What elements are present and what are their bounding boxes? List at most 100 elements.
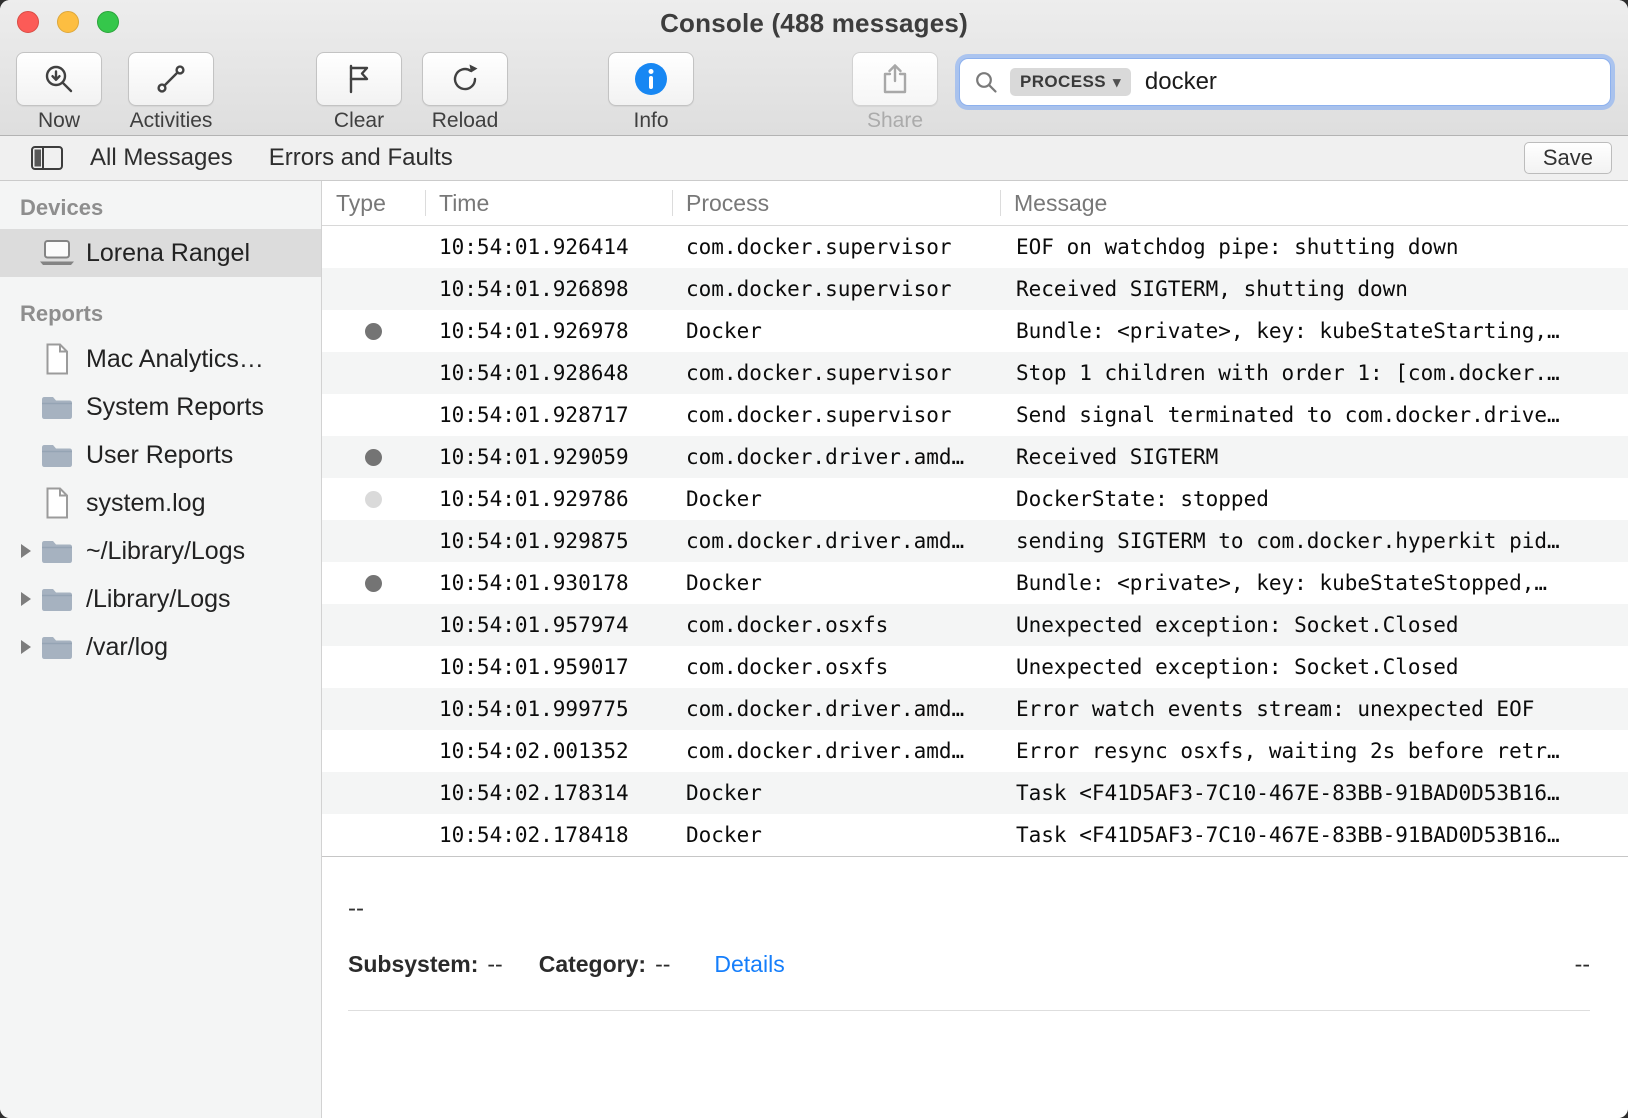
table-row[interactable]: 10:54:01.930178DockerBundle: <private>, … xyxy=(322,562,1628,604)
content-area: DevicesLorena RangelReportsMac Analytics… xyxy=(0,181,1628,1118)
table-row[interactable]: 10:54:01.928717com.docker.supervisorSend… xyxy=(322,394,1628,436)
now-button[interactable]: Now xyxy=(16,52,102,133)
table-row[interactable]: 10:54:02.001352com.docker.driver.amd…Err… xyxy=(322,730,1628,772)
now-button-face[interactable] xyxy=(16,52,102,106)
disclosure-triangle-icon[interactable] xyxy=(14,640,38,654)
sidebar-sections: DevicesLorena RangelReportsMac Analytics… xyxy=(0,187,321,671)
close-button[interactable] xyxy=(17,11,39,33)
time-cell: 10:54:01.928648 xyxy=(425,361,672,385)
sidebar-item-label: /Library/Logs xyxy=(86,585,231,614)
time-cell: 10:54:01.926978 xyxy=(425,319,672,343)
disclosure-triangle-icon xyxy=(14,400,38,414)
disclosure-triangle-icon[interactable] xyxy=(14,592,38,606)
process-filter-token[interactable]: PROCESS ▾ xyxy=(1010,68,1131,96)
type-cell xyxy=(322,323,425,340)
process-cell: Docker xyxy=(672,487,1000,511)
column-header-message[interactable]: Message xyxy=(1000,181,1628,225)
sidebar: DevicesLorena RangelReportsMac Analytics… xyxy=(0,181,322,1118)
message-cell: Stop 1 children with order 1: [com.docke… xyxy=(1000,361,1628,385)
log-rows: 10:54:01.926414com.docker.supervisorEOF … xyxy=(322,226,1628,856)
share-icon xyxy=(878,62,912,96)
reload-button-face[interactable] xyxy=(422,52,508,106)
message-cell: DockerState: stopped xyxy=(1000,487,1628,511)
clear-button[interactable]: Clear xyxy=(316,52,402,133)
column-header-process[interactable]: Process xyxy=(672,181,1000,225)
now-button-label: Now xyxy=(38,109,80,133)
table-header: Type Time Process Message xyxy=(322,181,1628,226)
sidebar-section-header: Reports xyxy=(0,293,321,335)
sidebar-item-label: System Reports xyxy=(86,393,264,422)
sidebar-item-label: User Reports xyxy=(86,441,233,470)
process-cell: com.docker.driver.amd… xyxy=(672,445,1000,469)
sidebar-item-lorena-rangel[interactable]: Lorena Rangel xyxy=(0,229,321,277)
type-cell xyxy=(322,449,425,466)
details-link[interactable]: Details xyxy=(714,951,784,978)
share-button-face[interactable] xyxy=(852,52,938,106)
process-cell: com.docker.supervisor xyxy=(672,277,1000,301)
table-row[interactable]: 10:54:01.929786DockerDockerState: stoppe… xyxy=(322,478,1628,520)
disclosure-triangle-icon xyxy=(14,448,38,462)
log-panel: Type Time Process Message 10:54:01.92641… xyxy=(322,181,1628,1118)
table-row[interactable]: 10:54:01.929875com.docker.driver.amd…sen… xyxy=(322,520,1628,562)
table-row[interactable]: 10:54:01.926898com.docker.supervisorRece… xyxy=(322,268,1628,310)
activities-button-face[interactable] xyxy=(128,52,214,106)
table-row[interactable]: 10:54:01.999775com.docker.driver.amd…Err… xyxy=(322,688,1628,730)
search-input-value[interactable]: docker xyxy=(1145,68,1217,96)
tab-errors-and-faults[interactable]: Errors and Faults xyxy=(269,144,453,172)
disclosure-triangle-icon[interactable] xyxy=(14,544,38,558)
message-cell: Task <F41D5AF3-7C10-467E-83BB-91BAD0D53B… xyxy=(1000,781,1628,805)
activities-button[interactable]: Activities xyxy=(128,52,214,133)
info-button-face[interactable] xyxy=(608,52,694,106)
process-cell: Docker xyxy=(672,571,1000,595)
table-row[interactable]: 10:54:01.957974com.docker.osxfsUnexpecte… xyxy=(322,604,1628,646)
tab-all-messages[interactable]: All Messages xyxy=(90,144,233,172)
zoom-button[interactable] xyxy=(97,11,119,33)
table-row[interactable]: 10:54:01.929059com.docker.driver.amd…Rec… xyxy=(322,436,1628,478)
search-field[interactable]: PROCESS ▾ docker xyxy=(960,59,1610,105)
table-row[interactable]: 10:54:02.178418DockerTask <F41D5AF3-7C10… xyxy=(322,814,1628,856)
message-cell: Unexpected exception: Socket.Closed xyxy=(1000,655,1628,679)
table-row[interactable]: 10:54:02.178314DockerTask <F41D5AF3-7C10… xyxy=(322,772,1628,814)
chevron-down-icon: ▾ xyxy=(1113,75,1121,90)
minimize-button[interactable] xyxy=(57,11,79,33)
sidebar-item-label: system.log xyxy=(86,489,205,518)
activities-icon xyxy=(154,62,188,96)
message-cell: Bundle: <private>, key: kubeStateStartin… xyxy=(1000,319,1628,343)
column-header-time[interactable]: Time xyxy=(425,181,672,225)
table-row[interactable]: 10:54:01.926414com.docker.supervisorEOF … xyxy=(322,226,1628,268)
column-header-type[interactable]: Type xyxy=(322,181,425,225)
dark-type-dot-icon xyxy=(365,575,382,592)
message-cell: Unexpected exception: Socket.Closed xyxy=(1000,613,1628,637)
dark-type-dot-icon xyxy=(365,449,382,466)
sidebar-item-var-log[interactable]: /var/log xyxy=(0,623,321,671)
process-cell: com.docker.driver.amd… xyxy=(672,739,1000,763)
table-row[interactable]: 10:54:01.959017com.docker.osxfsUnexpecte… xyxy=(322,646,1628,688)
window-chrome: Console (488 messages) Now xyxy=(0,0,1628,136)
sidebar-item-system-reports[interactable]: System Reports xyxy=(0,383,321,431)
dark-type-dot-icon xyxy=(365,323,382,340)
table-row[interactable]: 10:54:01.928648com.docker.supervisorStop… xyxy=(322,352,1628,394)
activities-button-label: Activities xyxy=(130,109,213,133)
toolbar: Now Activities Clear xyxy=(0,46,1628,135)
info-button-label: Info xyxy=(633,109,668,133)
process-cell: com.docker.supervisor xyxy=(672,361,1000,385)
sidebar-item-library-logs[interactable]: /Library/Logs xyxy=(0,575,321,623)
sidebar-item-library-logs[interactable]: ~/Library/Logs xyxy=(0,527,321,575)
clear-button-face[interactable] xyxy=(316,52,402,106)
process-cell: Docker xyxy=(672,319,1000,343)
folder-icon xyxy=(38,634,76,661)
reload-button[interactable]: Reload xyxy=(422,52,508,133)
message-cell: EOF on watchdog pipe: shutting down xyxy=(1000,235,1628,259)
save-button[interactable]: Save xyxy=(1524,142,1612,174)
sidebar-toggle-button[interactable] xyxy=(30,144,64,172)
info-button[interactable]: Info xyxy=(608,52,694,133)
message-cell: Received SIGTERM xyxy=(1000,445,1628,469)
sidebar-item-mac-analytics[interactable]: Mac Analytics… xyxy=(0,335,321,383)
time-cell: 10:54:01.930178 xyxy=(425,571,672,595)
sidebar-item-user-reports[interactable]: User Reports xyxy=(0,431,321,479)
sidebar-item-system-log[interactable]: system.log xyxy=(0,479,321,527)
process-cell: com.docker.supervisor xyxy=(672,235,1000,259)
time-cell: 10:54:01.929786 xyxy=(425,487,672,511)
table-row[interactable]: 10:54:01.926978DockerBundle: <private>, … xyxy=(322,310,1628,352)
share-button[interactable]: Share xyxy=(852,52,938,133)
